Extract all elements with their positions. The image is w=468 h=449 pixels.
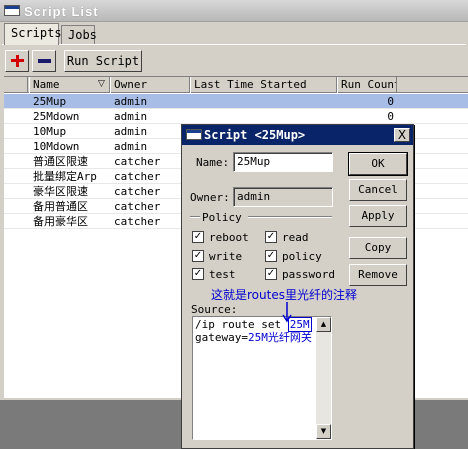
add-button[interactable] [5, 50, 29, 72]
run-script-button[interactable]: Run Script [64, 50, 142, 72]
window-icon [4, 5, 20, 16]
scroll-down-icon[interactable]: ▼ [316, 424, 331, 439]
test-checkbox[interactable]: ✓ [192, 268, 204, 280]
check-icon: ✓ [266, 231, 276, 242]
name-field[interactable]: 25Mup [233, 152, 333, 172]
tab-scripts[interactable]: Scripts [4, 23, 62, 45]
policy-label: Policy [202, 211, 242, 224]
owner-field: admin [233, 187, 333, 207]
scroll-up-icon[interactable]: ▲ [316, 317, 331, 332]
column-header-name[interactable]: Name ▽ [29, 77, 110, 93]
annotation-arrow-icon [282, 302, 292, 323]
remove-button-dialog[interactable]: Remove [349, 264, 407, 286]
dialog-window-icon [186, 129, 202, 140]
owner-label: Owner: [190, 191, 230, 204]
policy-checkbox[interactable]: ✓ [265, 250, 277, 262]
write-checkbox[interactable]: ✓ [192, 250, 204, 262]
table-header: Name ▽ Owner Last Time Started Run Count [4, 77, 468, 93]
sort-down-icon: ▽ [98, 79, 105, 89]
source-textarea[interactable]: /ip route set 25M gateway=25M光纤网关 ▲ ▼ [192, 316, 332, 440]
reboot-checkbox[interactable]: ✓ [192, 231, 204, 243]
check-icon: ✓ [193, 268, 203, 279]
title-bar[interactable]: Script List [0, 0, 468, 22]
check-icon: ✓ [193, 231, 203, 242]
source-label: Source: [191, 303, 238, 316]
check-icon: ✓ [266, 268, 276, 279]
ok-button[interactable]: OK [348, 152, 408, 176]
read-checkbox[interactable]: ✓ [265, 231, 277, 243]
dialog-title: Script <25Mup> [204, 128, 306, 142]
column-header-owner[interactable]: Owner [110, 77, 190, 93]
minus-icon [38, 59, 51, 63]
check-icon: ✓ [193, 250, 203, 261]
cancel-button[interactable]: Cancel [349, 179, 407, 201]
table-row[interactable]: 25Mup admin 0 [4, 94, 468, 109]
dialog-title-bar[interactable]: Script <25Mup> X [182, 125, 413, 145]
tab-jobs[interactable]: Jobs [61, 25, 97, 44]
window-title: Script List [24, 4, 99, 19]
name-label: Name: [196, 156, 230, 169]
check-icon: ✓ [266, 250, 276, 261]
close-button[interactable]: X [394, 128, 410, 142]
column-header-run-count[interactable]: Run Count [337, 77, 397, 93]
table-row[interactable]: 25Mdown admin 0 [4, 109, 468, 124]
remove-button[interactable] [32, 50, 56, 72]
column-header-last-time-started[interactable]: Last Time Started [190, 77, 337, 93]
password-checkbox[interactable]: ✓ [265, 268, 277, 280]
copy-button[interactable]: Copy [349, 237, 407, 259]
apply-button[interactable]: Apply [349, 205, 407, 227]
vertical-scrollbar[interactable]: ▲ ▼ [316, 317, 331, 439]
